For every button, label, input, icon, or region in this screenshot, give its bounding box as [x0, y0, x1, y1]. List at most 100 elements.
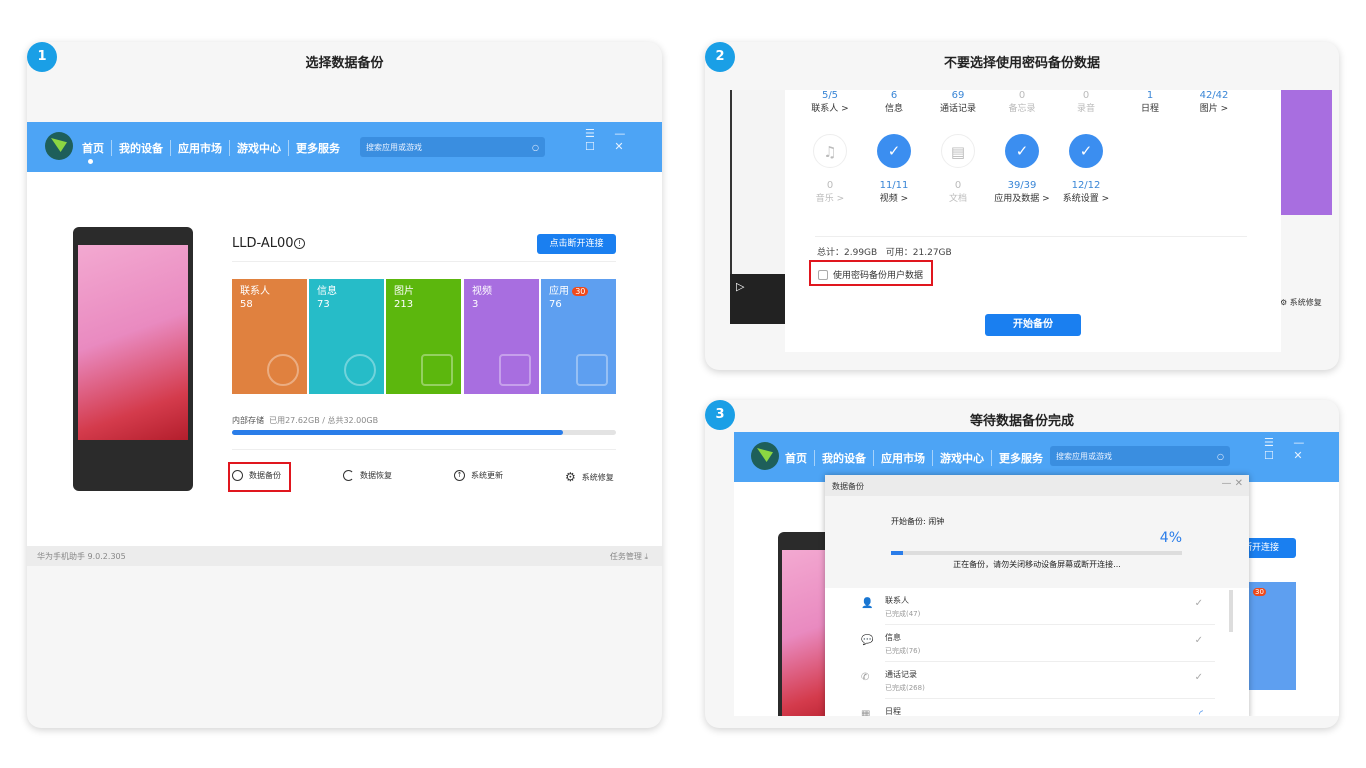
scrollbar[interactable] — [1229, 590, 1233, 632]
download-icon: ⤓ — [644, 552, 648, 561]
divider — [232, 449, 616, 450]
progress-panel: 开始备份: 闹钟 4% 正在备份，请勿关闭移动设备屏幕或断开连接... — [825, 496, 1249, 588]
category-count: 0 — [954, 180, 962, 191]
category-label: 联系人 > — [811, 104, 849, 114]
app-window: 首页 我的设备 应用市场 游戏中心 更多服务 搜索应用或游戏 ○ ☰ — ☐ ✕ … — [734, 432, 1339, 716]
category-item[interactable]: 42/42 图片 > — [1179, 90, 1249, 114]
category-item[interactable]: 0 音乐 > — [795, 180, 865, 204]
backup-clock-icon — [232, 470, 243, 481]
category-item[interactable]: 69 通话记录 — [923, 90, 993, 114]
check-icon[interactable]: ✓ — [1069, 134, 1103, 168]
tile-label: 信息 — [317, 286, 337, 297]
category-item[interactable]: 1 日程 — [1115, 90, 1185, 114]
message-icon — [344, 354, 376, 386]
dialog-minimize-close[interactable]: — ✕ — [1221, 478, 1243, 489]
search-input[interactable]: 搜索应用或游戏 ○ — [360, 137, 545, 157]
nav-app-market[interactable]: 应用市场 — [874, 450, 933, 466]
nav-home[interactable]: 首页 — [778, 450, 815, 466]
bg-system-repair: ⚙ 系统修复 — [1280, 297, 1322, 308]
category-label: 信息 — [884, 104, 903, 114]
status-bar: 华为手机助手 9.0.2.305 任务管理 ⤓ — [27, 546, 662, 566]
nav-game-center[interactable]: 游戏中心 — [230, 140, 289, 156]
nav-my-device[interactable]: 我的设备 — [815, 450, 874, 466]
search-icon[interactable]: ○ — [532, 143, 539, 152]
item-name: 信息 — [885, 633, 901, 642]
category-count: 5/5 — [821, 90, 839, 101]
checkbox-icon[interactable] — [818, 269, 828, 280]
category-item[interactable]: 12/12 系统设置 > — [1051, 180, 1121, 204]
window-controls[interactable]: ☰ — ☐ ✕ — [1264, 436, 1339, 462]
video-icon — [499, 354, 531, 386]
progress-percent: 4% — [1159, 530, 1182, 546]
person-icon — [267, 354, 299, 386]
available-size: 可用：21.27GB — [885, 248, 952, 258]
check-icon[interactable]: ✓ — [877, 134, 911, 168]
document-icon[interactable]: ▤ — [941, 134, 975, 168]
loading-spinner-icon: ◜ — [1199, 709, 1203, 716]
tile-contacts[interactable]: 联系人 58 — [232, 279, 307, 394]
category-label: 图片 > — [1199, 104, 1229, 114]
music-note-icon[interactable]: ♫ — [813, 134, 847, 168]
category-label: 应用及数据 > — [994, 194, 1050, 204]
step-title: 不要选择使用密码备份数据 — [943, 56, 1100, 71]
window-controls[interactable]: ☰ — ☐ ✕ — [585, 127, 662, 153]
item-name: 联系人 — [885, 596, 909, 605]
gear-icon: ⚙ — [1280, 298, 1288, 307]
check-icon[interactable]: ✓ — [1005, 134, 1039, 168]
storage-label: 内部存储 — [232, 416, 264, 425]
tile-label: 应用 — [549, 286, 569, 297]
app-logo — [751, 442, 779, 470]
category-count: 0 — [826, 180, 834, 191]
update-badge: 30 — [572, 287, 589, 296]
nav-my-device[interactable]: 我的设备 — [112, 140, 171, 156]
apps-grid-icon — [576, 354, 608, 386]
nav-more-services[interactable]: 更多服务 — [992, 450, 1050, 466]
tile-photos[interactable]: 图片 213 — [386, 279, 461, 394]
message-icon: 💬 — [861, 635, 874, 646]
search-input[interactable]: 搜索应用或游戏 ○ — [1050, 446, 1230, 466]
system-repair-button[interactable]: ⚙ 系统修复 — [565, 470, 614, 484]
nav-home[interactable]: 首页 — [75, 140, 112, 156]
start-backup-button[interactable]: 开始备份 — [985, 314, 1081, 336]
step-title: 等待数据备份完成 — [969, 414, 1074, 429]
divider — [232, 261, 616, 262]
action-label: 系统更新 — [471, 471, 503, 480]
nav-app-market[interactable]: 应用市场 — [171, 140, 230, 156]
main-nav: 首页 我的设备 应用市场 游戏中心 更多服务 — [75, 140, 347, 156]
update-badge: 30 — [1253, 588, 1266, 596]
category-count: 12/12 — [1071, 180, 1101, 191]
backup-select-dialog: 5/5 联系人 > 6 信息 69 通话记录 0 备忘录 0 录音 1 日程 42/42 图片 > ♫ 0 音… — [785, 90, 1281, 352]
tile-apps[interactable]: 应用 30 76 — [541, 279, 616, 394]
storage-info: 内部存储 已用27.62GB / 总共32.00GB — [232, 415, 378, 426]
nav-more-services[interactable]: 更多服务 — [289, 140, 347, 156]
category-item[interactable]: 5/5 联系人 > — [795, 90, 865, 114]
disconnect-button[interactable]: 点击断开连接 — [537, 234, 616, 254]
phone-nav-bar: ▷ — [730, 274, 790, 324]
checkbox-label: 使用密码备份用户数据 — [833, 271, 924, 281]
category-count: 0 — [1018, 90, 1026, 101]
category-item[interactable]: 6 信息 — [859, 90, 929, 114]
nav-game-center[interactable]: 游戏中心 — [933, 450, 992, 466]
step2-card: 2 不要选择使用密码备份数据 ▷ ⚙ 系统修复 5/5 联系人 >6 信息 69 通话记… — [705, 42, 1339, 370]
category-item[interactable]: 0 录音 — [1051, 90, 1121, 114]
tile-count: 58 — [240, 299, 253, 310]
password-backup-checkbox[interactable]: 使用密码备份用户数据 — [818, 268, 923, 281]
search-icon[interactable]: ○ — [1217, 452, 1224, 461]
data-backup-button[interactable]: 数据备份 — [232, 470, 281, 481]
tile-messages[interactable]: 信息 73 — [309, 279, 384, 394]
action-label: 系统修复 — [1289, 298, 1322, 307]
data-restore-button[interactable]: 数据恢复 — [343, 470, 392, 481]
backup-item-list: 👤 联系人 已完成(47) ✓ 💬 信息 已完成(76) ✓ ✆ 通话记录 已完成(268) ✓ ▦ 日程… — [825, 588, 1249, 716]
category-item[interactable]: 39/39 应用及数据 > — [987, 180, 1057, 204]
category-item[interactable]: 11/11 视频 > — [859, 180, 929, 204]
task-manager-link[interactable]: 任务管理 ⤓ — [610, 551, 648, 562]
info-icon[interactable]: ! — [294, 238, 305, 249]
tile-videos[interactable]: 视频 3 — [464, 279, 539, 394]
system-update-button[interactable]: ↑ 系统更新 — [454, 470, 503, 481]
category-item[interactable]: 0 文档 — [923, 180, 993, 204]
category-item[interactable]: 0 备忘录 — [987, 90, 1057, 114]
backup-item-row: ✆ 通话记录 已完成(268) ✓ — [861, 662, 1215, 699]
phone-screen — [78, 245, 188, 440]
check-icon: ✓ — [1194, 598, 1203, 609]
category-label: 视频 > — [879, 194, 909, 204]
